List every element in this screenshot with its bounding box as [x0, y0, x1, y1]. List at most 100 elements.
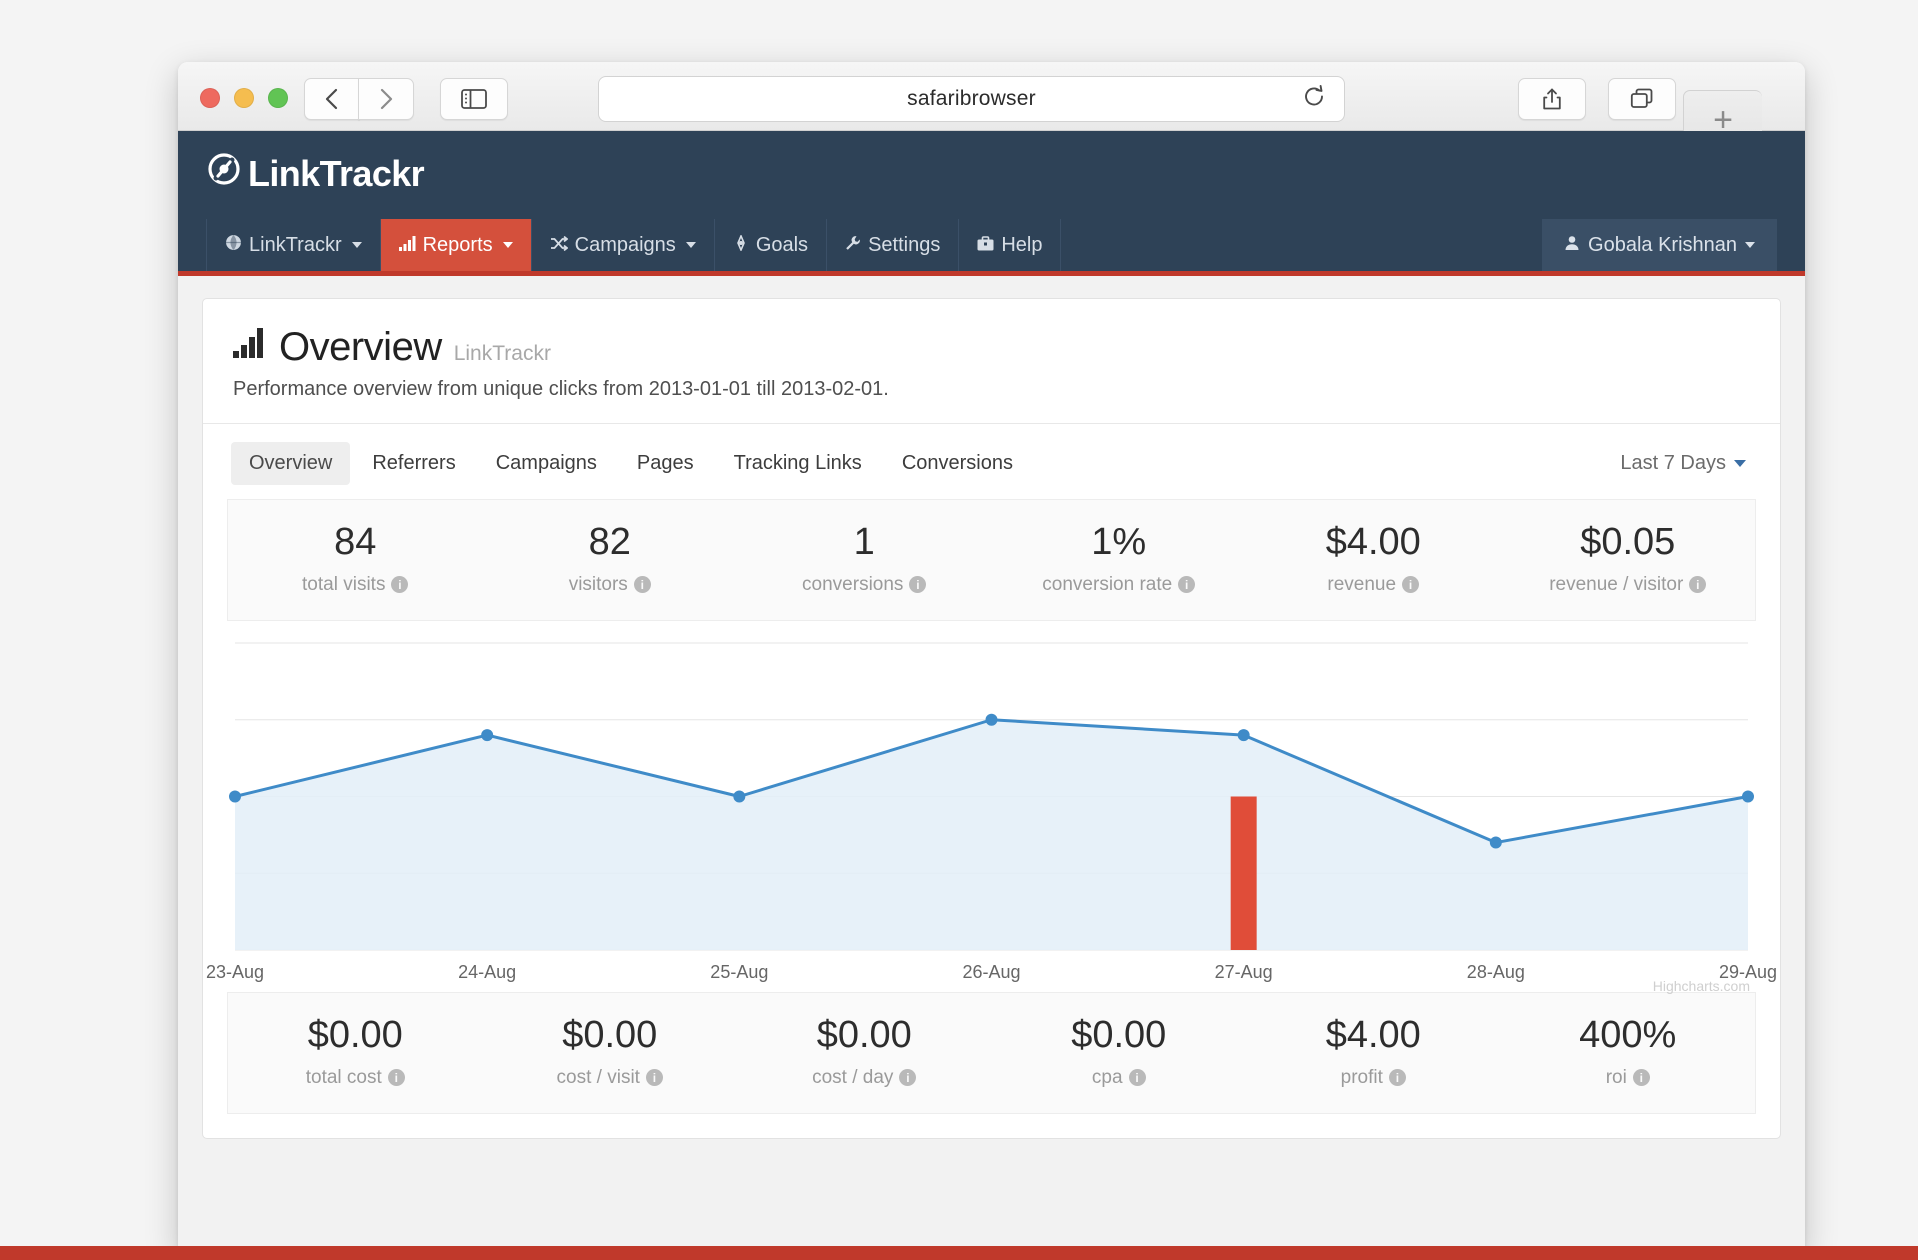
globe-icon: [225, 234, 242, 257]
stat-cost-per-visit: $0.00 cost / visit i: [483, 993, 738, 1113]
nav-item-label: Settings: [868, 234, 940, 257]
date-range-label: Last 7 Days: [1620, 452, 1726, 475]
stat-label: visitors i: [483, 574, 738, 596]
bottom-accent-bar: [0, 1246, 1918, 1260]
close-window-button[interactable]: [200, 88, 220, 108]
stat-roi: 400% roi i: [1501, 993, 1756, 1113]
stat-label-text: cost / visit: [557, 1067, 640, 1089]
stat-label-text: revenue / visitor: [1549, 574, 1683, 596]
brand-name: LinkTrackr: [248, 153, 424, 195]
target-icon: [733, 234, 749, 257]
stat-label: total cost i: [228, 1067, 483, 1089]
info-icon[interactable]: i: [634, 576, 651, 593]
nav-item-label: Goals: [756, 234, 808, 257]
stat-label-text: conversions: [802, 574, 903, 596]
stat-value: 1%: [992, 522, 1247, 564]
info-icon[interactable]: i: [1389, 1069, 1406, 1086]
stat-label: revenue / visitor i: [1501, 574, 1756, 596]
nav-item-label: Help: [1001, 234, 1042, 257]
stat-value: 82: [483, 522, 738, 564]
stat-cost-per-day: $0.00 cost / day i: [737, 993, 992, 1113]
back-button[interactable]: [304, 78, 360, 120]
info-icon[interactable]: i: [388, 1069, 405, 1086]
stat-label: conversions i: [737, 574, 992, 596]
stat-label: cpa i: [992, 1067, 1247, 1089]
info-icon[interactable]: i: [899, 1069, 916, 1086]
info-icon[interactable]: i: [1402, 576, 1419, 593]
stat-value: 84: [228, 522, 483, 564]
date-range-selector[interactable]: Last 7 Days: [1620, 452, 1752, 475]
stat-value: 400%: [1501, 1015, 1756, 1057]
stat-label: revenue i: [1246, 574, 1501, 596]
stat-label-text: total visits: [302, 574, 385, 596]
stat-label: roi i: [1501, 1067, 1756, 1089]
chart-x-axis-labels: 23-Aug24-Aug25-Aug26-Aug27-Aug28-Aug29-A…: [227, 962, 1756, 986]
stat-label-text: conversion rate: [1042, 574, 1172, 596]
page-description: Performance overview from unique clicks …: [233, 378, 1750, 401]
stat-label: cost / visit i: [483, 1067, 738, 1089]
tab-pages[interactable]: Pages: [619, 442, 712, 485]
chart-credits[interactable]: Highcharts.com: [1653, 978, 1750, 994]
nav-item-reports[interactable]: Reports: [381, 219, 532, 271]
chevron-left-icon: [324, 87, 340, 111]
stat-label-text: roi: [1606, 1067, 1627, 1089]
tab-overview[interactable]: Overview: [231, 442, 350, 485]
stat-label: total visits i: [228, 574, 483, 596]
show-tabs-button[interactable]: [1608, 78, 1676, 120]
info-icon[interactable]: i: [909, 576, 926, 593]
chevron-down-icon: [352, 242, 362, 248]
browser-window: safaribrowser: [178, 62, 1805, 1252]
info-icon[interactable]: i: [646, 1069, 663, 1086]
nav-item-linktrackr[interactable]: LinkTrackr: [206, 219, 381, 271]
share-icon: [1541, 87, 1563, 111]
stat-conversion-rate: 1% conversion rate i: [992, 500, 1247, 620]
report-tabs: Overview Referrers Campaigns Pages Track…: [231, 442, 1031, 485]
nav-items: LinkTrackr Reports Cam: [206, 219, 1061, 271]
nav-item-settings[interactable]: Settings: [827, 219, 959, 271]
chevron-down-icon: [1734, 460, 1746, 467]
brand-logo[interactable]: LinkTrackr: [206, 151, 424, 196]
tab-tracking-links[interactable]: Tracking Links: [716, 442, 880, 485]
briefcase-icon: [977, 234, 994, 257]
screen: safaribrowser: [0, 0, 1918, 1260]
stat-value: $4.00: [1246, 1015, 1501, 1057]
stat-value: $4.00: [1246, 522, 1501, 564]
share-button[interactable]: [1518, 78, 1586, 120]
forward-button[interactable]: [358, 78, 414, 120]
info-icon[interactable]: i: [1129, 1069, 1146, 1086]
minimize-window-button[interactable]: [234, 88, 254, 108]
stat-label: cost / day i: [737, 1067, 992, 1089]
chevron-down-icon: [686, 242, 696, 248]
info-icon[interactable]: i: [391, 576, 408, 593]
tab-overview-icon: [1630, 88, 1654, 110]
info-icon[interactable]: i: [1178, 576, 1195, 593]
show-sidebar-button[interactable]: [440, 78, 508, 120]
tab-conversions[interactable]: Conversions: [884, 442, 1031, 485]
tab-campaigns[interactable]: Campaigns: [478, 442, 615, 485]
stat-label-text: total cost: [306, 1067, 382, 1089]
stat-value: 1: [737, 522, 992, 564]
info-icon[interactable]: i: [1689, 576, 1706, 593]
user-menu[interactable]: Gobala Krishnan: [1542, 219, 1777, 271]
stat-conversions: 1 conversions i: [737, 500, 992, 620]
performance-chart[interactable]: 23-Aug24-Aug25-Aug26-Aug27-Aug28-Aug29-A…: [227, 637, 1756, 992]
nav-item-goals[interactable]: Goals: [715, 219, 827, 271]
info-icon[interactable]: i: [1633, 1069, 1650, 1086]
report-tabs-row: Overview Referrers Campaigns Pages Track…: [203, 424, 1780, 499]
address-bar[interactable]: safaribrowser: [598, 76, 1345, 122]
page-subtitle: LinkTrackr: [454, 342, 551, 366]
maximize-window-button[interactable]: [268, 88, 288, 108]
chart-x-label: 27-Aug: [1215, 962, 1273, 983]
nav-item-label: Campaigns: [575, 234, 676, 257]
nav-item-campaigns[interactable]: Campaigns: [532, 219, 715, 271]
chevron-right-icon: [378, 87, 394, 111]
chart-x-label: 24-Aug: [458, 962, 516, 983]
nav-item-label: LinkTrackr: [249, 234, 342, 257]
chart-canvas: [227, 637, 1756, 992]
nav-item-help[interactable]: Help: [959, 219, 1061, 271]
tab-referrers[interactable]: Referrers: [354, 442, 473, 485]
stat-value: $0.00: [737, 1015, 992, 1057]
panel-header: Overview LinkTrackr Performance overview…: [203, 299, 1780, 424]
reload-icon[interactable]: [1302, 85, 1326, 114]
stat-label-text: profit: [1341, 1067, 1383, 1089]
